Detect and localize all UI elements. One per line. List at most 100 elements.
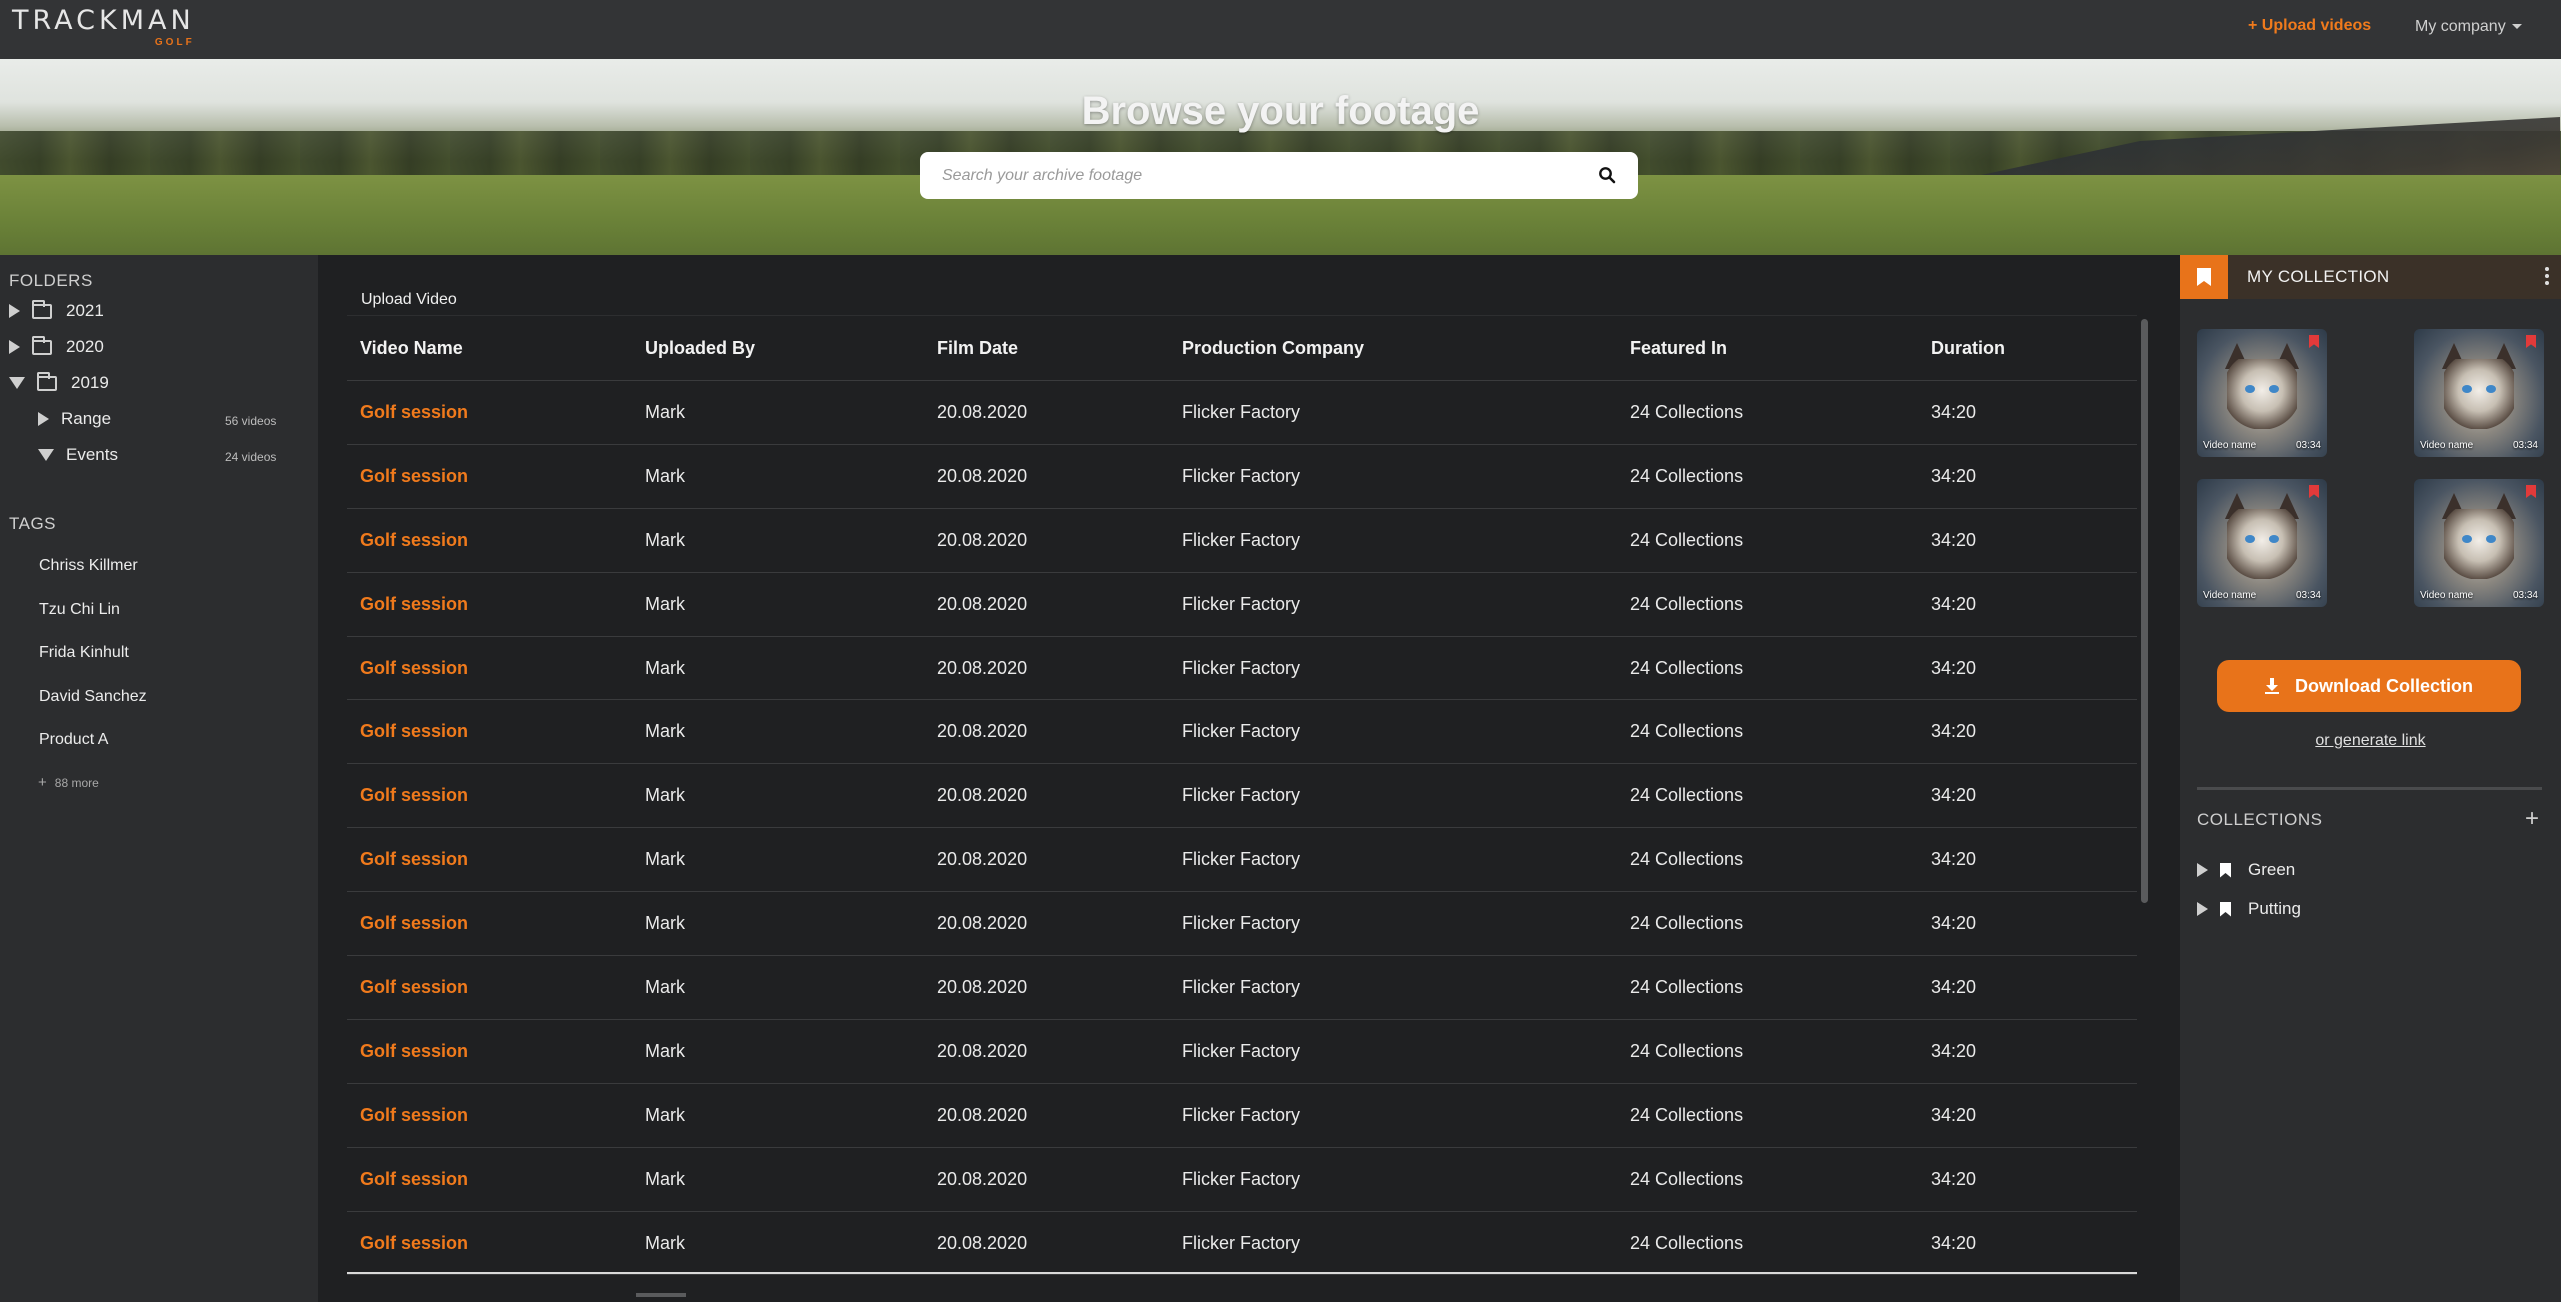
table-row[interactable]: Golf session Mark 20.08.2020 Flicker Factor… xyxy=(347,445,2137,509)
subfolder-events[interactable]: Events xyxy=(38,441,118,469)
upload-video-link[interactable]: Upload Video xyxy=(361,291,457,309)
cell-video-name[interactable]: Golf session xyxy=(360,466,468,487)
table-row[interactable]: Golf session Mark 20.08.2020 Flicker Factor… xyxy=(347,1212,2137,1276)
company-dropdown[interactable]: My company xyxy=(2415,18,2522,36)
cell-video-name[interactable]: Golf session xyxy=(360,1169,468,1190)
cell-uploaded-by: Mark xyxy=(645,657,685,678)
folder-2019[interactable]: 2019 xyxy=(9,369,109,397)
table-row[interactable]: Golf session Mark 20.08.2020 Flicker Factor… xyxy=(347,700,2137,765)
more-tags-button[interactable]: +88 more xyxy=(38,774,99,791)
divider xyxy=(2197,787,2542,790)
bookmark-flag-icon[interactable] xyxy=(2309,485,2319,498)
collection-item-green[interactable]: Green xyxy=(2197,859,2295,881)
expand-arrow-icon[interactable] xyxy=(9,304,20,318)
cell-uploaded-by: Mark xyxy=(645,465,685,486)
bookmark-flag-icon[interactable] xyxy=(2526,485,2536,498)
cell-video-name[interactable]: Golf session xyxy=(360,1233,468,1254)
expand-arrow-icon[interactable] xyxy=(38,412,49,426)
col-film-date[interactable]: Film Date xyxy=(937,338,1018,359)
cell-film-date: 20.08.2020 xyxy=(937,785,1028,806)
folder-2021[interactable]: 2021 xyxy=(9,297,104,325)
collection-video-thumb[interactable]: Video name 03:34 xyxy=(2414,479,2544,607)
collection-video-thumb[interactable]: Video name 03:34 xyxy=(2197,329,2327,457)
cell-production-company: Flicker Factory xyxy=(1182,1040,1301,1061)
col-uploaded-by[interactable]: Uploaded By xyxy=(645,338,755,359)
table-row[interactable]: Golf session Mark 20.08.2020 Flicker Factor… xyxy=(347,1020,2137,1084)
collection-video-thumb[interactable]: Video name 03:34 xyxy=(2414,329,2544,457)
cell-video-name[interactable]: Golf session xyxy=(360,1041,468,1062)
folder-2020[interactable]: 2020 xyxy=(9,333,104,361)
add-collection-icon[interactable]: + xyxy=(2525,807,2539,831)
more-options-icon[interactable] xyxy=(2545,267,2549,287)
table-row[interactable]: Golf session Mark 20.08.2020 Flicker Factor… xyxy=(347,1084,2137,1148)
table-row[interactable]: Golf session Mark 20.08.2020 Flicker Factor… xyxy=(347,637,2137,701)
cell-video-name[interactable]: Golf session xyxy=(360,977,468,998)
table-row[interactable]: Golf session Mark 20.08.2020 Flicker Factor… xyxy=(347,956,2137,1020)
table-row[interactable]: Golf session Mark 20.08.2020 Flicker Factor… xyxy=(347,764,2137,829)
table-row[interactable]: Golf session Mark 20.08.2020 Flicker Factor… xyxy=(347,892,2137,957)
tag-item[interactable]: Chriss Killmer xyxy=(39,557,138,575)
cell-production-company: Flicker Factory xyxy=(1182,977,1301,998)
table-row[interactable]: Golf session Mark 20.08.2020 Flicker Factor… xyxy=(347,381,2137,445)
cell-video-name[interactable]: Golf session xyxy=(360,402,468,423)
bookmark-icon xyxy=(2220,862,2231,878)
cell-video-name[interactable]: Golf session xyxy=(360,1105,468,1126)
table-row[interactable]: Golf session Mark 20.08.2020 Flicker Factor… xyxy=(347,1148,2137,1212)
collection-video-thumb[interactable]: Video name 03:34 xyxy=(2197,479,2327,607)
search-icon[interactable] xyxy=(1598,166,1616,184)
collapse-arrow-icon[interactable] xyxy=(9,377,25,389)
cell-featured-in: 24 Collections xyxy=(1630,849,1744,870)
cell-uploaded-by: Mark xyxy=(645,721,685,742)
table-row[interactable]: Golf session Mark 20.08.2020 Flicker Factor… xyxy=(347,828,2137,893)
horizontal-scrollbar[interactable] xyxy=(636,1293,686,1297)
video-table: Video Name Uploaded By Film Date Product… xyxy=(347,315,2137,1276)
expand-arrow-icon[interactable] xyxy=(2197,902,2208,916)
cell-production-company: Flicker Factory xyxy=(1182,849,1301,870)
cell-featured-in: 24 Collections xyxy=(1630,785,1744,806)
generate-link[interactable]: or generate link xyxy=(2180,732,2561,750)
bookmark-flag-icon[interactable] xyxy=(2309,335,2319,348)
cell-video-name[interactable]: Golf session xyxy=(360,530,468,551)
table-row[interactable]: Golf session Mark 20.08.2020 Flicker Factor… xyxy=(347,573,2137,637)
bookmark-flag-icon[interactable] xyxy=(2526,335,2536,348)
my-collection-title: MY COLLECTION xyxy=(2247,267,2390,286)
tag-item[interactable]: Product A xyxy=(39,731,108,749)
trackman-logo[interactable]: TRACKMAN GOLF xyxy=(12,6,195,49)
vertical-scrollbar[interactable] xyxy=(2141,319,2148,903)
cell-video-name[interactable]: Golf session xyxy=(360,721,468,742)
cell-duration: 34:20 xyxy=(1931,657,1977,678)
cell-production-company: Flicker Factory xyxy=(1182,1104,1301,1125)
col-duration[interactable]: Duration xyxy=(1931,338,2005,359)
upload-videos-button[interactable]: + Upload videos xyxy=(2248,17,2371,35)
collections-title: COLLECTIONS xyxy=(2197,810,2323,829)
table-bottom-border xyxy=(347,1272,2137,1274)
cell-video-name[interactable]: Golf session xyxy=(360,849,468,870)
cell-duration: 34:20 xyxy=(1931,402,1977,422)
subfolder-range[interactable]: Range xyxy=(38,405,111,433)
cell-video-name[interactable]: Golf session xyxy=(360,658,468,679)
cell-production-company: Flicker Factory xyxy=(1182,529,1301,550)
cell-video-name[interactable]: Golf session xyxy=(360,913,468,934)
tag-item[interactable]: David Sanchez xyxy=(39,688,147,706)
search-input[interactable] xyxy=(942,152,1562,199)
folder-label: 2021 xyxy=(66,301,104,320)
tag-item[interactable]: Tzu Chi Lin xyxy=(39,601,120,619)
expand-arrow-icon[interactable] xyxy=(2197,863,2208,877)
download-collection-button[interactable]: Download Collection xyxy=(2217,660,2521,712)
tag-item[interactable]: Frida Kinhult xyxy=(39,644,129,662)
cell-video-name[interactable]: Golf session xyxy=(360,785,468,806)
collapse-arrow-icon[interactable] xyxy=(38,449,54,461)
cell-video-name[interactable]: Golf session xyxy=(360,594,468,615)
col-video-name[interactable]: Video Name xyxy=(360,338,463,359)
cell-film-date: 20.08.2020 xyxy=(937,1040,1028,1061)
folders-title: FOLDERS xyxy=(9,271,93,290)
collection-item-putting[interactable]: Putting xyxy=(2197,898,2301,920)
table-row[interactable]: Golf session Mark 20.08.2020 Flicker Factor… xyxy=(347,509,2137,573)
cell-production-company: Flicker Factory xyxy=(1182,593,1301,614)
col-featured-in[interactable]: Featured In xyxy=(1630,338,1727,359)
expand-arrow-icon[interactable] xyxy=(9,340,20,354)
bookmark-icon xyxy=(2197,268,2211,286)
subfolder-count: 56 videos xyxy=(225,414,277,428)
cell-production-company: Flicker Factory xyxy=(1182,465,1301,486)
col-production-company[interactable]: Production Company xyxy=(1182,338,1364,359)
